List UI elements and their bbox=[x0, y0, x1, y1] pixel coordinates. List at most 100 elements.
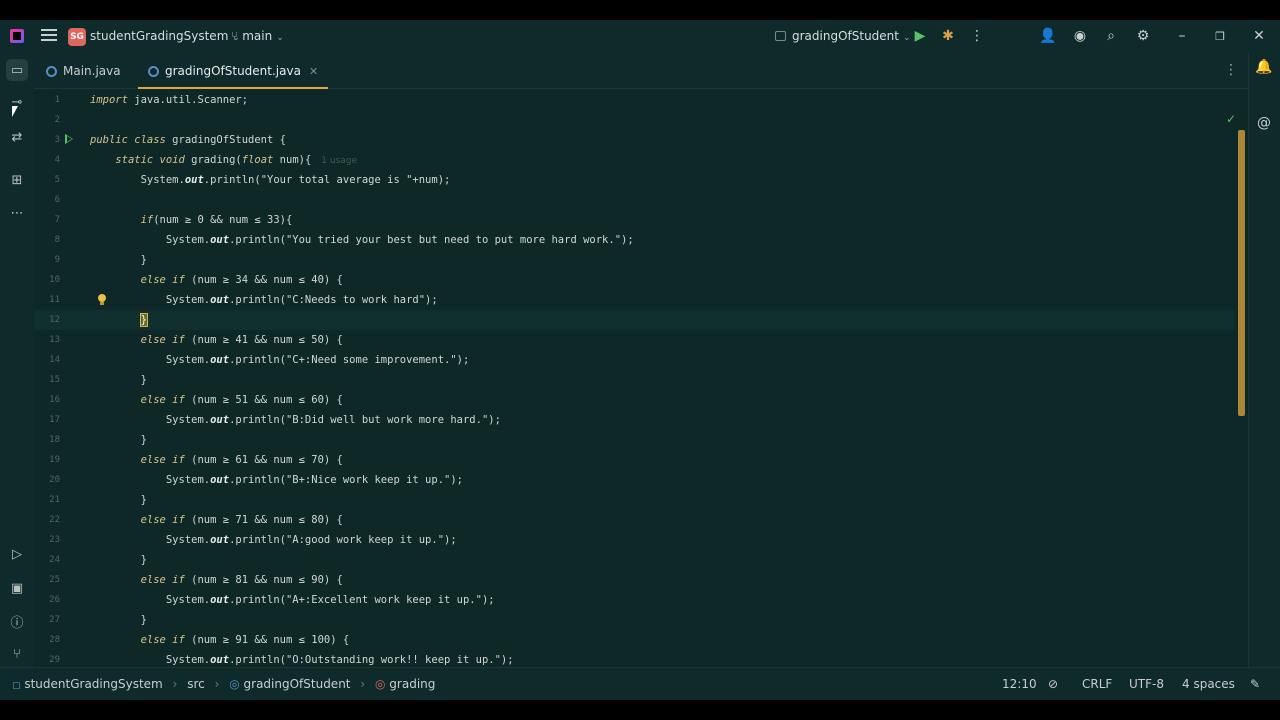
code-line[interactable]: 27 } bbox=[34, 610, 1234, 630]
ai-status-icon[interactable]: ⊘ bbox=[1048, 677, 1058, 691]
ai-assistant-icon[interactable]: ◉ bbox=[1070, 26, 1090, 46]
code-line[interactable]: 20 System.out.println("B+:Nice work keep… bbox=[34, 470, 1234, 490]
code-line[interactable]: 29 System.out.println("O:Outstanding wor… bbox=[34, 650, 1234, 667]
line-number: 9 bbox=[54, 255, 60, 265]
close-tab-icon[interactable]: ✕ bbox=[309, 65, 318, 78]
code-line[interactable]: 14 System.out.println("C+:Need some impr… bbox=[34, 350, 1234, 370]
breadcrumb-item[interactable]: gradingOfStudent bbox=[244, 677, 351, 691]
breadcrumb-item[interactable]: grading bbox=[389, 677, 435, 691]
code-line[interactable]: 15 } bbox=[34, 370, 1234, 390]
breadcrumb-item[interactable]: studentGradingSystem bbox=[24, 677, 162, 691]
code-text: System.out.println("You tried your best … bbox=[90, 234, 634, 246]
code-line[interactable]: 24 } bbox=[34, 550, 1234, 570]
code-editor[interactable]: 1 import java.util.Scanner; 2 3 public class… bbox=[34, 90, 1248, 667]
settings-gear-icon[interactable]: ⚙ bbox=[1133, 26, 1153, 46]
line-number: 8 bbox=[54, 235, 60, 245]
code-line[interactable]: 22 else if (num ≥ 71 && num ≤ 80) { bbox=[34, 510, 1234, 530]
project-badge[interactable]: SG bbox=[68, 28, 86, 46]
code-line[interactable]: 2 bbox=[34, 110, 1234, 130]
close-window-icon[interactable]: ✕ bbox=[1249, 26, 1269, 46]
code-text: else if (num ≥ 61 && num ≤ 70) { bbox=[140, 454, 343, 466]
code-line[interactable]: 11 System.out.println("C:Needs to work h… bbox=[34, 290, 1234, 310]
run-config-selector[interactable]: gradingOfStudent ⌄ bbox=[775, 29, 911, 43]
code-line[interactable]: 28 else if (num ≥ 91 && num ≤ 100) { bbox=[34, 630, 1234, 650]
code-line[interactable]: 1 import java.util.Scanner; bbox=[34, 90, 1234, 110]
code-line[interactable]: 13 else if (num ≥ 41 && num ≤ 50) { bbox=[34, 330, 1234, 350]
editor-scrollbar[interactable] bbox=[1238, 130, 1245, 416]
restore-icon[interactable]: ❐ bbox=[1210, 26, 1230, 46]
code-line[interactable]: 18 } bbox=[34, 430, 1234, 450]
code-line[interactable]: 6 bbox=[34, 190, 1234, 210]
line-number: 19 bbox=[49, 455, 60, 465]
code-line[interactable]: 10 else if (num ≥ 34 && num ≤ 40) { bbox=[34, 270, 1234, 290]
usage-hint[interactable]: 1 usage bbox=[321, 156, 357, 166]
intellij-logo-icon[interactable] bbox=[10, 29, 24, 43]
project-folder-icon[interactable]: ▭ bbox=[6, 59, 28, 81]
title-bar: SG studentGradingSystem ⌄ ⑂ main ⌄ gradingO… bbox=[0, 20, 1280, 53]
code-line[interactable]: 17 System.out.println("B:Did well but wo… bbox=[34, 410, 1234, 430]
line-number: 13 bbox=[49, 335, 60, 345]
chevron-down-icon: ⌄ bbox=[276, 33, 284, 43]
code-text: System.out.println("C+:Need some improve… bbox=[90, 354, 470, 366]
run-config-name: gradingOfStudent bbox=[792, 29, 899, 43]
terminal-icon[interactable]: ▣ bbox=[6, 577, 28, 599]
code-line[interactable]: 3 public class gradingOfStudent { bbox=[34, 130, 1234, 150]
search-icon[interactable]: ⌕ bbox=[1101, 26, 1121, 46]
read-only-toggle-icon[interactable]: ✎ bbox=[1250, 677, 1260, 691]
more-tools-icon[interactable]: ⋯ bbox=[6, 202, 28, 224]
indent-setting[interactable]: 4 spaces bbox=[1182, 677, 1235, 691]
tab-main-java[interactable]: Main.java bbox=[36, 53, 131, 89]
left-tool-strip: ▭ ⊸ ⇄ ⊞ ⋯ ▷ ▣ ⓘ ⑂ bbox=[0, 53, 34, 667]
line-number: 20 bbox=[49, 475, 60, 485]
notifications-bell-icon[interactable]: 🔔 bbox=[1254, 57, 1274, 77]
module-icon: ▢ bbox=[12, 681, 21, 691]
pull-requests-icon[interactable]: ⇄ bbox=[6, 126, 28, 148]
code-line[interactable]: 4 static void grading(float num){1 usage bbox=[34, 150, 1234, 170]
ide-window: SG studentGradingSystem ⌄ ⑂ main ⌄ gradingO… bbox=[0, 20, 1280, 700]
tab-grading-of-student-java[interactable]: gradingOfStudent.java ✕ bbox=[138, 53, 329, 89]
line-number: 12 bbox=[49, 315, 60, 325]
line-number: 5 bbox=[54, 175, 60, 185]
editor-tabs: Main.java gradingOfStudent.java ✕ ⋮ bbox=[34, 53, 1248, 89]
caret-position[interactable]: 12:10 bbox=[1002, 677, 1037, 691]
code-line[interactable]: 23 System.out.println("A:good work keep … bbox=[34, 530, 1234, 550]
code-line[interactable]: 5 System.out.println("Your total average… bbox=[34, 170, 1234, 190]
code-line[interactable]: 7 if(num ≥ 0 && num ≤ 33){ bbox=[34, 210, 1234, 230]
code-line[interactable]: 12 } bbox=[34, 310, 1234, 330]
line-ending[interactable]: CRLF bbox=[1082, 677, 1112, 691]
code-text: import java.util.Scanner; bbox=[90, 94, 249, 106]
code-line[interactable]: 26 System.out.println("A+:Excellent work… bbox=[34, 590, 1234, 610]
project-selector[interactable]: studentGradingSystem ⌄ bbox=[90, 29, 240, 43]
file-encoding[interactable]: UTF-8 bbox=[1129, 677, 1164, 691]
code-line[interactable]: 9 } bbox=[34, 250, 1234, 270]
problems-icon[interactable]: ⓘ bbox=[6, 610, 28, 632]
structure-icon[interactable]: ⊞ bbox=[6, 169, 28, 191]
ai-chat-icon[interactable]: @ bbox=[1254, 113, 1274, 133]
code-text: if(num ≥ 0 && num ≤ 33){ bbox=[140, 214, 293, 226]
tabs-menu-icon[interactable]: ⋮ bbox=[1224, 62, 1238, 78]
code-line[interactable]: 16 else if (num ≥ 51 && num ≤ 60) { bbox=[34, 390, 1234, 410]
debug-icon[interactable]: ✱ bbox=[938, 26, 958, 46]
more-actions-icon[interactable]: ⋮ bbox=[967, 26, 987, 46]
code-line[interactable]: 19 else if (num ≥ 61 && num ≤ 70) { bbox=[34, 450, 1234, 470]
minimize-icon[interactable]: – bbox=[1172, 26, 1192, 46]
code-line[interactable]: 8 System.out.println("You tried your bes… bbox=[34, 230, 1234, 250]
no-problems-check-icon[interactable]: ✓ bbox=[1226, 112, 1236, 126]
code-text: static void grading(float num){1 usage bbox=[115, 154, 358, 166]
java-class-icon: ◎ bbox=[229, 677, 240, 691]
breadcrumb-item[interactable]: src bbox=[187, 677, 205, 691]
services-icon[interactable]: ▷ bbox=[6, 543, 28, 565]
code-line[interactable]: 21 } bbox=[34, 490, 1234, 510]
java-class-icon bbox=[148, 65, 159, 77]
line-number: 7 bbox=[54, 215, 60, 225]
main-menu-icon[interactable] bbox=[41, 29, 57, 43]
gutter-run-icon[interactable] bbox=[65, 134, 73, 144]
branch-selector[interactable]: ⑂ main ⌄ bbox=[231, 29, 284, 43]
tab-label: gradingOfStudent.java bbox=[165, 64, 301, 78]
code-text: System.out.println("Your total average i… bbox=[90, 174, 451, 186]
run-icon[interactable]: ▶ bbox=[910, 26, 930, 46]
line-number: 29 bbox=[49, 655, 60, 665]
add-user-icon[interactable]: 👤 bbox=[1038, 26, 1058, 46]
code-line[interactable]: 25 else if (num ≥ 81 && num ≤ 90) { bbox=[34, 570, 1234, 590]
git-icon[interactable]: ⑂ bbox=[6, 643, 28, 665]
